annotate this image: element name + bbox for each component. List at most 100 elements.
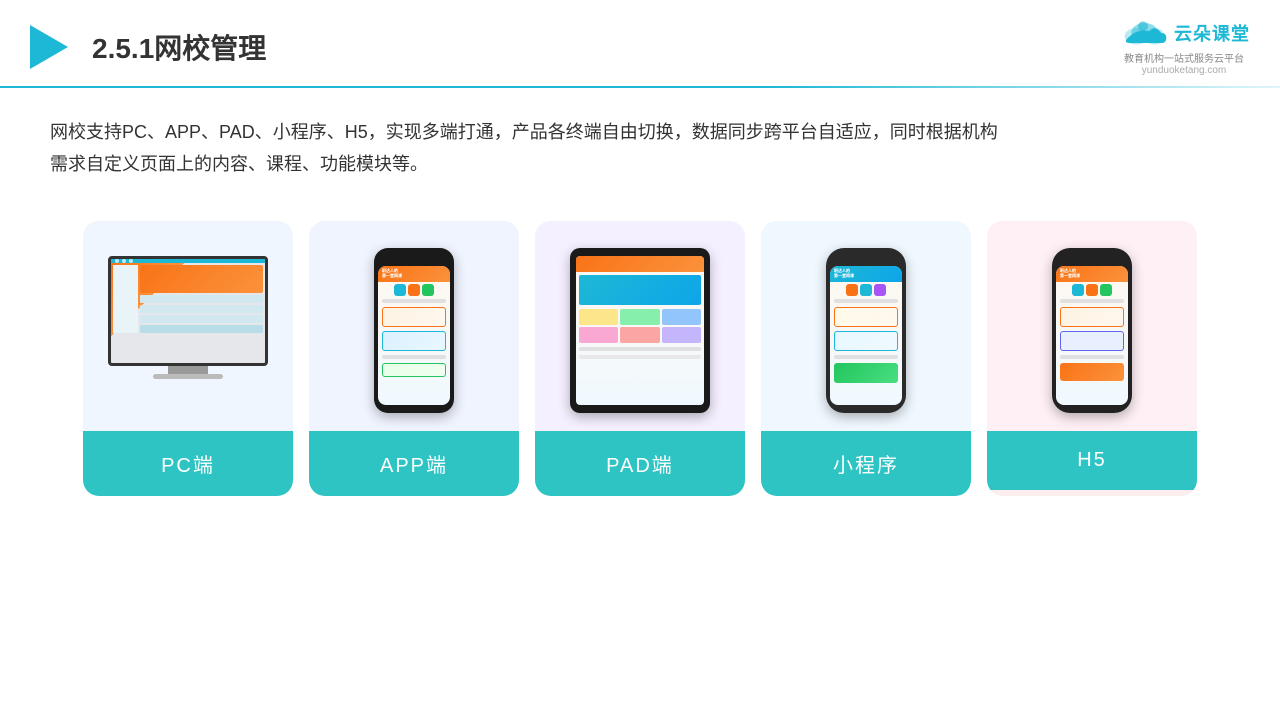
phone-card	[382, 307, 446, 327]
phone-notch	[400, 256, 428, 262]
card-miniprogram-image: 职达人的第一堂网课	[761, 221, 971, 431]
monitor-sidebar	[113, 265, 138, 333]
title-number: 2.5.1	[92, 33, 154, 64]
phone-screen: 职达人的第一堂网课	[378, 266, 450, 405]
card-pc[interactable]: PC端	[83, 221, 293, 496]
phone-icon	[1100, 284, 1112, 296]
monitor-rows	[140, 295, 263, 333]
phone-icon	[408, 284, 420, 296]
phone-card	[382, 331, 446, 351]
phone-text	[834, 299, 898, 303]
logo-url: yunduoketang.com	[1142, 65, 1227, 76]
phone-text	[382, 355, 446, 359]
phone-card	[382, 363, 446, 377]
card-miniprogram-label: 小程序	[761, 431, 971, 496]
monitor-stand	[168, 366, 208, 374]
monitor-main	[140, 265, 263, 333]
tablet-cell	[662, 309, 701, 325]
phone-card	[1060, 331, 1124, 351]
monitor-row	[140, 305, 263, 313]
monitor-row	[140, 325, 263, 333]
phone-icons	[1058, 284, 1126, 296]
nav-dot	[122, 259, 126, 263]
tablet-cell	[620, 309, 659, 325]
phone-content	[1056, 282, 1128, 384]
tablet-cell	[579, 309, 618, 325]
phone-screen: 职达人的第一堂网课	[1056, 266, 1128, 405]
phone-icon	[874, 284, 886, 296]
phone-header-text: 职达人的第一堂网课	[1060, 269, 1080, 279]
header-left: 2.5.1网校管理	[30, 25, 266, 69]
phone-notch	[1078, 256, 1106, 262]
monitor-content	[111, 263, 265, 335]
phone-icon	[846, 284, 858, 296]
phone-header-text: 职达人的第一堂网课	[382, 269, 402, 279]
phone-icon	[860, 284, 872, 296]
card-pc-label: PC端	[83, 431, 293, 496]
phone-text	[1060, 355, 1124, 359]
tablet-screen	[576, 256, 704, 405]
page-description: 网校支持PC、APP、PAD、小程序、H5，实现多端打通，产品各终端自由切换，数…	[0, 88, 1280, 191]
tablet-cell	[662, 327, 701, 343]
phone-header: 职达人的第一堂网课	[378, 266, 450, 282]
page-title: 2.5.1网校管理	[92, 27, 266, 67]
phone-icons	[832, 284, 900, 296]
card-miniprogram[interactable]: 职达人的第一堂网课	[761, 221, 971, 496]
phone-icon	[422, 284, 434, 296]
description-line2: 需求自定义页面上的内容、课程、功能模块等。	[50, 148, 1230, 180]
phone-card	[834, 307, 898, 327]
monitor-banner	[140, 265, 263, 293]
phone-icon	[1086, 284, 1098, 296]
phone-header: 职达人的第一堂网课	[830, 266, 902, 282]
phone-orange-banner	[1060, 363, 1124, 381]
phone-card	[1060, 307, 1124, 327]
phone-card	[834, 331, 898, 351]
phone-text	[1060, 299, 1124, 303]
card-pad[interactable]: PAD端	[535, 221, 745, 496]
nav-dot	[129, 259, 133, 263]
play-icon	[30, 25, 68, 69]
tablet-content	[576, 272, 704, 362]
card-app-label: APP端	[309, 431, 519, 496]
phone-icons	[380, 284, 448, 296]
card-app-image: 职达人的第一堂网课	[309, 221, 519, 431]
card-h5[interactable]: 职达人的第一堂网课	[987, 221, 1197, 496]
tablet-cell	[620, 327, 659, 343]
card-h5-label: H5	[987, 431, 1197, 490]
logo-cloud: 云朵课堂	[1118, 18, 1250, 48]
pc-monitor	[98, 256, 278, 406]
nav-dot	[115, 259, 119, 263]
card-pad-label: PAD端	[535, 431, 745, 496]
phone-content	[830, 282, 902, 386]
tablet-text-row	[579, 347, 701, 351]
page-header: 2.5.1网校管理 云朵课堂 教育机构一站式服务云平台 yunduoketang…	[0, 0, 1280, 76]
phone-green-card	[834, 363, 898, 383]
card-app[interactable]: 职达人的第一堂网课	[309, 221, 519, 496]
tablet-cell	[579, 327, 618, 343]
card-h5-image: 职达人的第一堂网课	[987, 221, 1197, 431]
tablet-mockup	[570, 248, 710, 413]
phone-header-text: 职达人的第一堂网课	[834, 269, 854, 279]
cards-container: PC端 职达人的第一堂网课	[0, 191, 1280, 496]
phone-icon	[1072, 284, 1084, 296]
cloud-icon	[1118, 18, 1168, 48]
phone-mockup-h5: 职达人的第一堂网课	[1052, 248, 1132, 413]
logo-tagline: 教育机构一站式服务云平台	[1124, 50, 1244, 65]
monitor-base	[153, 374, 223, 379]
phone-notch	[852, 256, 880, 262]
phone-screen: 职达人的第一堂网课	[830, 266, 902, 405]
tablet-banner	[579, 275, 701, 305]
title-main: 网校管理	[154, 33, 266, 64]
logo-area: 云朵课堂 教育机构一站式服务云平台 yunduoketang.com	[1118, 18, 1250, 76]
tablet-grid	[579, 309, 701, 343]
phone-header: 职达人的第一堂网课	[1056, 266, 1128, 282]
logo-name: 云朵课堂	[1174, 20, 1250, 46]
phone-content	[378, 282, 450, 380]
phone-text	[834, 355, 898, 359]
monitor-row	[140, 315, 263, 323]
phone-mockup-mini: 职达人的第一堂网课	[826, 248, 906, 413]
monitor-screen	[108, 256, 268, 366]
phone-text	[382, 299, 446, 303]
tablet-header	[576, 256, 704, 272]
phone-icon	[394, 284, 406, 296]
